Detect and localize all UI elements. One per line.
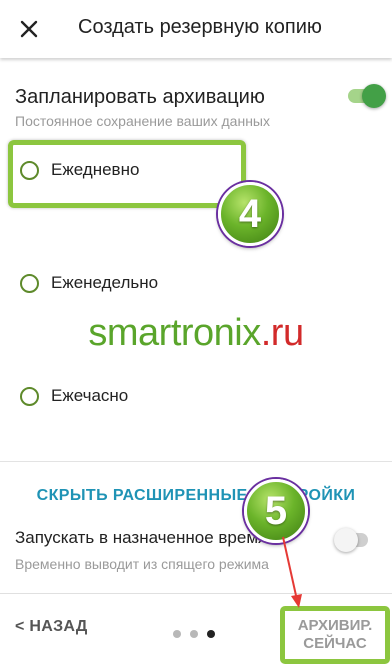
radio-option-weekly[interactable]: Еженедельно — [20, 271, 158, 295]
page-dot — [173, 630, 181, 638]
annotation-highlight-box — [8, 140, 246, 208]
backup-now-button[interactable]: АРХИВИР. СЕЙЧАС — [280, 606, 390, 664]
toggle-thumb — [362, 84, 386, 108]
close-button[interactable] — [12, 12, 46, 46]
watermark-logo: smartronix.ru — [0, 312, 392, 355]
radio-circle — [20, 273, 39, 293]
annotation-step-badge-5: 5 — [244, 479, 308, 543]
radio-circle — [20, 386, 39, 406]
back-button[interactable]: < НАЗАД — [15, 618, 88, 636]
page-dot-active — [207, 630, 215, 638]
schedule-backup-description: Постоянное сохранение ваших данных — [15, 113, 270, 129]
schedule-backup-toggle[interactable] — [348, 84, 386, 108]
hide-advanced-settings-link[interactable]: СКРЫТЬ РАСШИРЕННЫЕ НАСТРОЙКИ — [0, 487, 392, 505]
section-divider — [0, 461, 392, 462]
backup-now-label-line2: СЕЙЧАС — [303, 635, 367, 652]
radio-label: Еженедельно — [51, 273, 159, 292]
page-title: Создать резервную копию — [78, 16, 322, 38]
run-scheduled-label: Запускать в назначенное время — [15, 528, 268, 547]
radio-option-hourly[interactable]: Ежечасно — [20, 384, 128, 408]
schedule-backup-label: Запланировать архивацию — [15, 86, 265, 108]
page-dot — [190, 630, 198, 638]
close-icon — [20, 20, 38, 38]
backup-now-label-line1: АРХИВИР. — [297, 617, 373, 634]
toggle-thumb — [334, 528, 358, 552]
watermark-domain: .ru — [260, 312, 304, 354]
annotation-step-badge-4: 4 — [218, 182, 282, 246]
run-scheduled-toggle[interactable] — [334, 528, 368, 552]
page-indicator — [173, 630, 215, 638]
watermark-text: smartronix — [88, 312, 261, 354]
run-scheduled-description: Временно выводит из спящего режима — [15, 556, 269, 572]
radio-label: Ежечасно — [51, 386, 129, 405]
top-app-bar: Создать резервную копию — [0, 0, 392, 58]
